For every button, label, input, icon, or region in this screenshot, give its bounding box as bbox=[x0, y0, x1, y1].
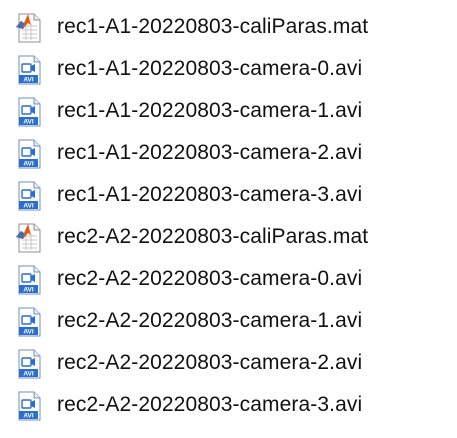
file-row[interactable]: AVI rec1-A1-20220803-camera-0.avi bbox=[0, 50, 457, 90]
file-name: rec2-A2-20220803-caliParas.mat bbox=[57, 225, 369, 248]
file-list: rec1-A1-20220803-caliParas.mat AVI rec1-… bbox=[0, 0, 457, 438]
file-row[interactable]: AVI rec2-A2-20220803-camera-1.avi bbox=[0, 302, 457, 342]
file-name: rec2-A2-20220803-camera-1.avi bbox=[57, 309, 363, 332]
avi-video-file-icon: AVI bbox=[16, 307, 42, 337]
file-row[interactable]: AVI rec2-A2-20220803-camera-0.avi bbox=[0, 260, 457, 300]
avi-label: AVI bbox=[23, 203, 34, 210]
avi-video-file-icon: AVI bbox=[16, 349, 42, 379]
avi-video-file-icon: AVI bbox=[16, 97, 42, 127]
file-row[interactable]: rec2-A2-20220803-caliParas.mat bbox=[0, 218, 457, 258]
file-name: rec2-A2-20220803-camera-2.avi bbox=[57, 351, 363, 374]
file-name: rec1-A1-20220803-camera-2.avi bbox=[57, 141, 363, 164]
avi-video-file-icon: AVI bbox=[16, 181, 42, 211]
file-row[interactable]: AVI rec2-A2-20220803-camera-3.avi bbox=[0, 386, 457, 426]
avi-video-file-icon: AVI bbox=[16, 391, 42, 421]
matlab-mat-file-icon bbox=[16, 223, 42, 253]
avi-label: AVI bbox=[23, 119, 34, 126]
file-name: rec1-A1-20220803-camera-0.avi bbox=[57, 57, 363, 80]
file-name: rec1-A1-20220803-camera-1.avi bbox=[57, 99, 363, 122]
file-name: rec2-A2-20220803-camera-3.avi bbox=[57, 393, 363, 416]
avi-label: AVI bbox=[23, 329, 34, 336]
avi-label: AVI bbox=[23, 413, 34, 420]
file-name: rec1-A1-20220803-camera-3.avi bbox=[57, 183, 363, 206]
avi-label: AVI bbox=[23, 287, 34, 294]
avi-video-file-icon: AVI bbox=[16, 139, 42, 169]
file-row[interactable]: AVI rec1-A1-20220803-camera-1.avi bbox=[0, 92, 457, 132]
avi-label: AVI bbox=[23, 371, 34, 378]
file-name: rec1-A1-20220803-caliParas.mat bbox=[57, 15, 369, 38]
avi-video-file-icon: AVI bbox=[16, 265, 42, 295]
file-row[interactable]: AVI rec2-A2-20220803-camera-2.avi bbox=[0, 344, 457, 384]
avi-label: AVI bbox=[23, 77, 34, 84]
matlab-mat-file-icon bbox=[16, 13, 42, 43]
file-name: rec2-A2-20220803-camera-0.avi bbox=[57, 267, 363, 290]
avi-video-file-icon: AVI bbox=[16, 55, 42, 85]
file-row[interactable]: AVI rec1-A1-20220803-camera-3.avi bbox=[0, 176, 457, 216]
file-row[interactable]: rec1-A1-20220803-caliParas.mat bbox=[0, 8, 457, 48]
file-row[interactable]: AVI rec1-A1-20220803-camera-2.avi bbox=[0, 134, 457, 174]
avi-label: AVI bbox=[23, 161, 34, 168]
